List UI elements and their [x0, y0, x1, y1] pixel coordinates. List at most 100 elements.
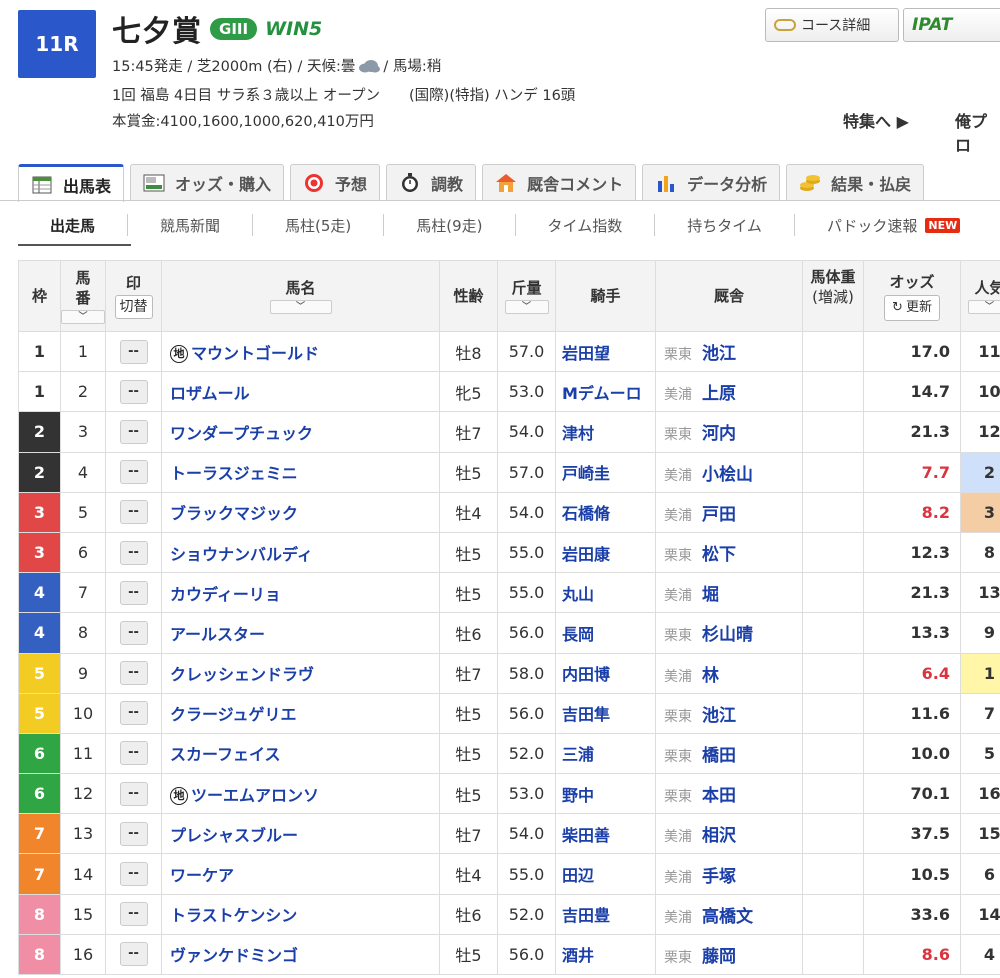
subnav-umabashira9[interactable]: 馬柱(9走) [383, 214, 514, 236]
trainer-link[interactable]: 杉山晴 [702, 625, 753, 645]
mark-select-button[interactable]: -- [119, 862, 148, 887]
mark-select-button[interactable]: -- [119, 500, 148, 525]
tab-choukyou[interactable]: 調教 [386, 164, 477, 200]
sort-name-chevron-icon[interactable]: ﹀ [269, 300, 332, 314]
trainer-link[interactable]: 小桧山 [702, 465, 753, 485]
mark-select-button[interactable]: -- [119, 339, 148, 364]
sexage-cell: 牡8 [439, 330, 498, 373]
race-title-row: 七夕賞 GIII WIN5 [112, 8, 322, 50]
trainer-link[interactable]: 高橋文 [702, 907, 753, 927]
horse-row: 5 9 -- クレッシェンドラヴ 牡7 58.0 内田博 美浦林 6.4 1 [18, 652, 1000, 694]
subnav-mochi-time[interactable]: 持ちタイム [654, 214, 794, 236]
mark-select-button[interactable]: -- [119, 540, 148, 565]
jockey-link[interactable]: 戸崎圭 [555, 451, 656, 493]
mark-select-button[interactable]: -- [119, 701, 148, 726]
trainer-link[interactable]: 本田 [702, 786, 736, 806]
trainer-link[interactable]: 池江 [702, 344, 736, 364]
jockey-link[interactable]: 吉田豊 [555, 893, 656, 935]
mark-select-button[interactable]: -- [119, 419, 148, 444]
col-weight[interactable]: 斤量 ﹀ [497, 260, 556, 332]
sort-ninki-chevron-icon[interactable]: ﹀ [967, 300, 1000, 314]
tab-odds[interactable]: オッズ・購入 [130, 164, 285, 200]
trainer-link[interactable]: 堀 [702, 585, 719, 605]
horse-name-link[interactable]: ショウナンバルディ [170, 545, 313, 564]
horse-name-link[interactable]: カウディーリョ [170, 585, 281, 604]
trainer-link[interactable]: 林 [702, 666, 719, 686]
mark-select-button[interactable]: -- [119, 741, 148, 766]
jockey-link[interactable]: 内田博 [555, 652, 656, 694]
weight-cell: 53.0 [497, 371, 556, 413]
mark-select-button[interactable]: -- [119, 821, 148, 846]
horse-name-link[interactable]: ツーエムアロンソ [191, 786, 319, 805]
jockey-link[interactable]: 石橋脩 [555, 491, 656, 533]
mark-select-button[interactable]: -- [119, 902, 148, 927]
mark-select-button[interactable]: -- [119, 942, 148, 967]
trainer-link[interactable]: 戸田 [702, 505, 736, 525]
horse-name-link[interactable]: ワンダープチュック [170, 424, 313, 443]
trainer-link[interactable]: 河内 [702, 424, 736, 444]
horse-name-link[interactable]: マウントゴールド [191, 344, 319, 363]
sort-weight-chevron-icon[interactable]: ﹀ [504, 300, 549, 314]
trainer-link[interactable]: 藤岡 [702, 947, 736, 967]
jockey-link[interactable]: 吉田隼 [555, 692, 656, 734]
tab-shutuba[interactable]: 出馬表 [18, 164, 125, 202]
jockey-link[interactable]: 三浦 [555, 732, 656, 775]
col-mark: 印 切替 [105, 260, 162, 332]
mark-select-button[interactable]: -- [119, 379, 148, 404]
mark-select-button[interactable]: -- [119, 661, 148, 686]
jockey-link[interactable]: Mデムーロ [555, 371, 656, 413]
horse-name-link[interactable]: トーラスジェミニ [170, 464, 298, 483]
trainer-link[interactable]: 上原 [702, 384, 736, 404]
sort-umaban-chevron-icon[interactable]: ﹀ [61, 310, 105, 324]
col-name[interactable]: 馬名 ﹀ [161, 260, 440, 332]
horse-name-link[interactable]: トラストケンシン [170, 906, 297, 925]
odds-refresh-button[interactable]: ↻ 更新 [884, 294, 940, 321]
jockey-link[interactable]: 酒井 [555, 933, 656, 976]
jockey-link[interactable]: 津村 [555, 411, 656, 453]
trainer-link[interactable]: 手塚 [702, 867, 736, 887]
subnav-time-index[interactable]: タイム指数 [514, 214, 655, 236]
jockey-link[interactable]: 長岡 [555, 612, 656, 654]
mark-select-button[interactable]: -- [119, 781, 148, 806]
odds-cell: 6.4 [863, 652, 961, 694]
jockey-link[interactable]: 柴田善 [555, 813, 656, 855]
mark-select-button[interactable]: -- [119, 460, 148, 485]
horse-name-link[interactable]: ロザムール [170, 384, 250, 403]
jockey-link[interactable]: 丸山 [555, 572, 656, 614]
col-jockey: 騎手 [555, 260, 656, 332]
jockey-link[interactable]: 岩田康 [555, 531, 656, 574]
horse-name-link[interactable]: クラージュゲリエ [170, 705, 297, 724]
trainer-link[interactable]: 松下 [702, 545, 736, 565]
trainer-link[interactable]: 橋田 [702, 746, 736, 766]
col-umaban[interactable]: 馬番 ﹀ [60, 260, 106, 332]
jockey-link[interactable]: 野中 [555, 773, 656, 815]
kirikae-button[interactable]: 切替 [114, 295, 153, 319]
tab-comment[interactable]: 厩舎コメント [482, 164, 637, 200]
subnav-shinbun[interactable]: 競馬新聞 [127, 214, 252, 236]
jockey-link[interactable]: 田辺 [555, 853, 656, 895]
tab-result[interactable]: 結果・払戻 [786, 164, 925, 200]
mark-cell: -- [105, 371, 162, 413]
horse-name-link[interactable]: スカーフェイス [170, 745, 281, 764]
col-ninki[interactable]: 人気 ﹀ [960, 260, 1000, 332]
horse-name-link[interactable]: ヴァンケドミンゴ [170, 946, 298, 965]
subnav-paddock[interactable]: パドック速報 NEW [793, 214, 992, 236]
mark-select-button[interactable]: -- [119, 580, 148, 605]
subnav-shusouba[interactable]: 出走馬 [18, 214, 127, 236]
tab-yosou[interactable]: 予想 [290, 164, 381, 200]
jockey-link[interactable]: 岩田望 [555, 330, 656, 373]
horse-name-link[interactable]: ワーケア [170, 866, 234, 885]
course-detail-button[interactable]: コース詳細 [765, 8, 899, 42]
horse-name-link[interactable]: クレッシェンドラヴ [170, 665, 314, 684]
mark-select-button[interactable]: -- [119, 620, 148, 645]
feature-link[interactable]: 特集へ ▶ [843, 108, 909, 132]
horse-name-link[interactable]: プレシャスブルー [170, 826, 298, 845]
horse-name-link[interactable]: アールスター [170, 625, 265, 644]
trainer-link[interactable]: 相沢 [702, 826, 736, 846]
ipat-button[interactable]: IPAT [903, 8, 1000, 42]
horse-name-link[interactable]: ブラックマジック [170, 504, 298, 523]
tab-data[interactable]: データ分析 [642, 164, 781, 200]
trainer-link[interactable]: 池江 [702, 706, 736, 726]
oreplo-link[interactable]: 俺プロ [955, 108, 1000, 156]
subnav-umabashira5[interactable]: 馬柱(5走) [252, 214, 383, 236]
